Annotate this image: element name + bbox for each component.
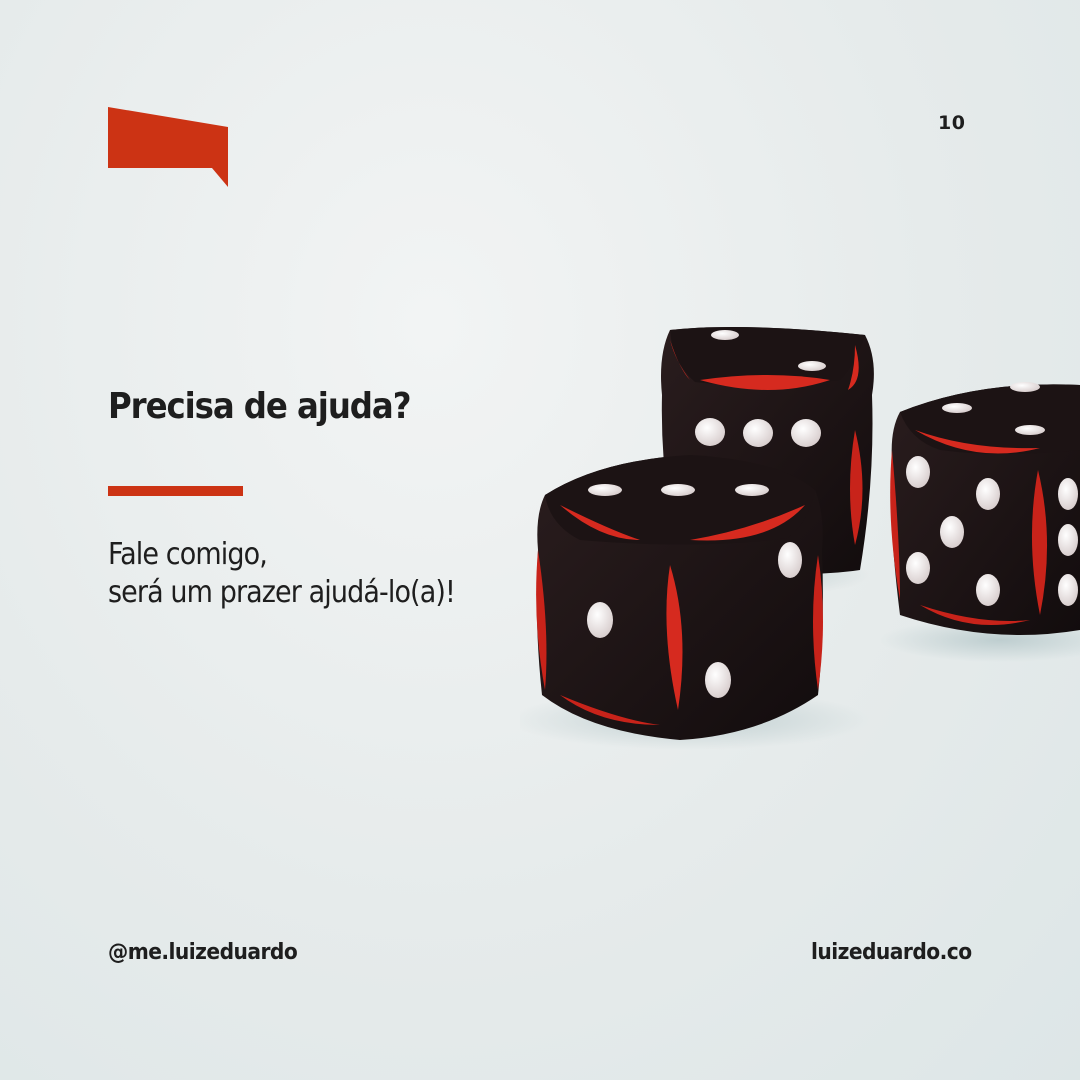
- body-text: Fale comigo, será um prazer ajudá-lo(a)!: [108, 536, 456, 612]
- brand-logo-icon: [108, 107, 228, 187]
- social-handle-link[interactable]: @me.luizeduardo: [108, 940, 298, 965]
- die-right: [890, 382, 1080, 635]
- page-number: 10: [938, 112, 966, 134]
- website-link[interactable]: luizeduardo.co: [811, 940, 972, 965]
- accent-divider: [108, 486, 243, 496]
- dice-photo: [520, 326, 1080, 750]
- page-title: Precisa de ajuda?: [108, 386, 411, 427]
- body-line-2: será um prazer ajudá-lo(a)!: [108, 575, 456, 610]
- die-front: [536, 455, 823, 740]
- body-line-1: Fale comigo,: [108, 537, 268, 572]
